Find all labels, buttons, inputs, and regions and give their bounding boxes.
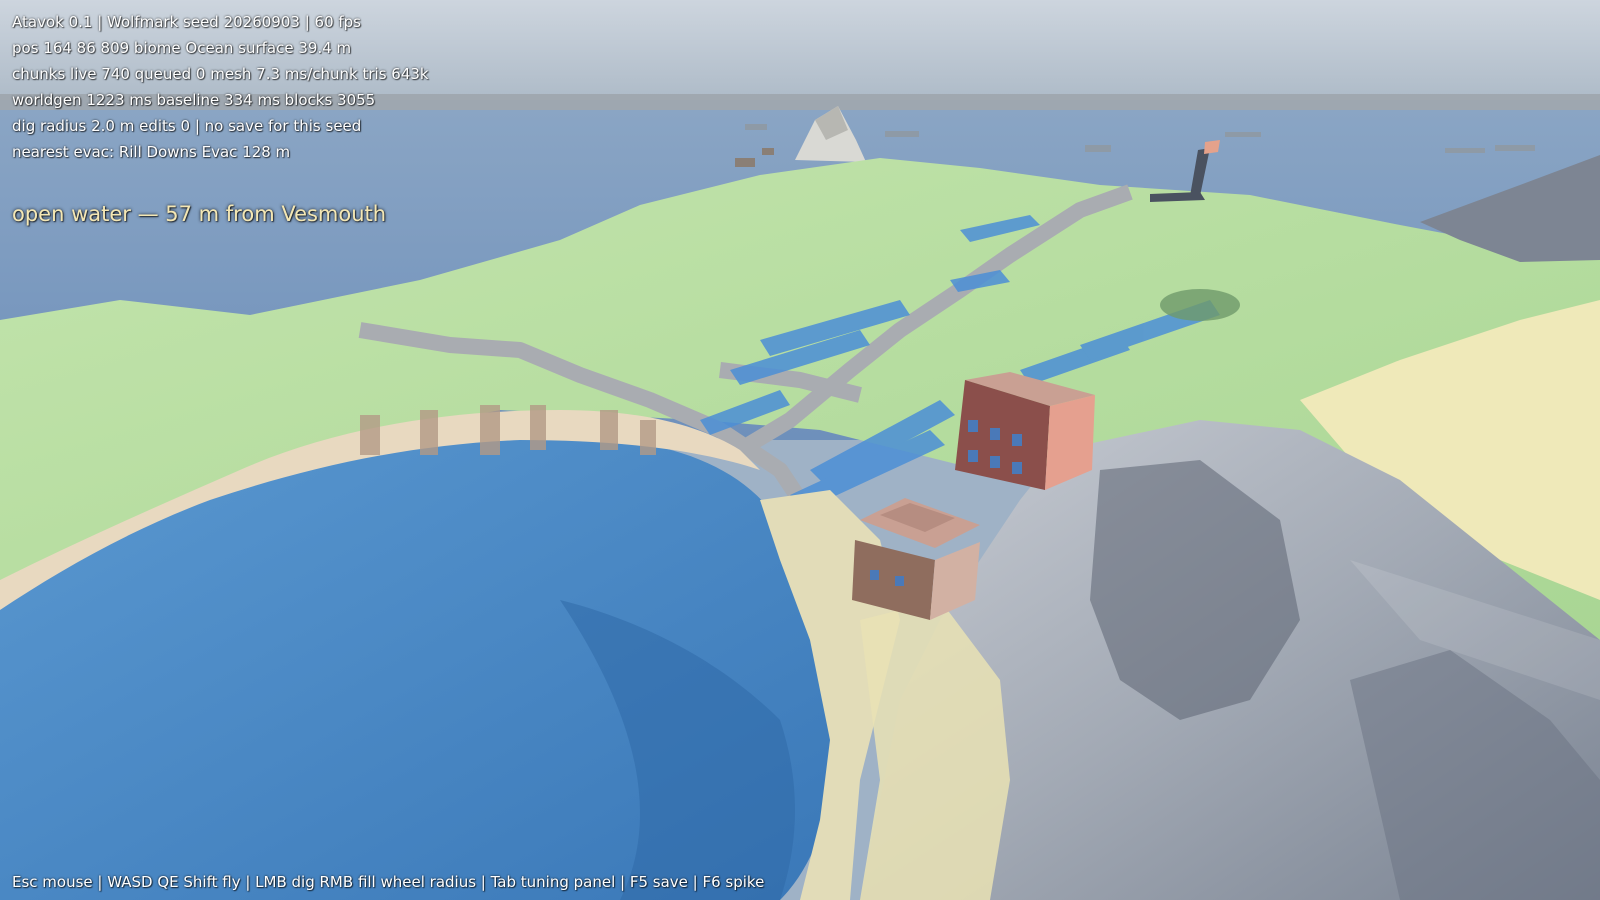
location-banner: open water — 57 m from Vesmouth	[12, 202, 387, 226]
hud-title-line: Atavok 0.1 | Wolfmark seed 20260903 | 60…	[12, 13, 361, 31]
pond-shadow	[1160, 289, 1240, 321]
debug-stats-panel: Atavok 0.1 | Wolfmark seed 20260903 | 60…	[12, 9, 429, 165]
hud-position-line: pos 164 86 809 biome Ocean surface 39.4 …	[12, 39, 352, 57]
hud-dig-line: dig radius 2.0 m edits 0 | no save for t…	[12, 117, 362, 135]
building-small	[852, 498, 980, 620]
building-large	[955, 372, 1095, 490]
hud-worldgen-line: worldgen 1223 ms baseline 334 ms blocks …	[12, 91, 376, 109]
hud-chunks-line: chunks live 740 queued 0 mesh 7.3 ms/chu…	[12, 65, 429, 83]
controls-hint: Esc mouse | WASD QE Shift fly | LMB dig …	[12, 873, 765, 891]
hud-evac-line: nearest evac: Rill Downs Evac 128 m	[12, 143, 291, 161]
